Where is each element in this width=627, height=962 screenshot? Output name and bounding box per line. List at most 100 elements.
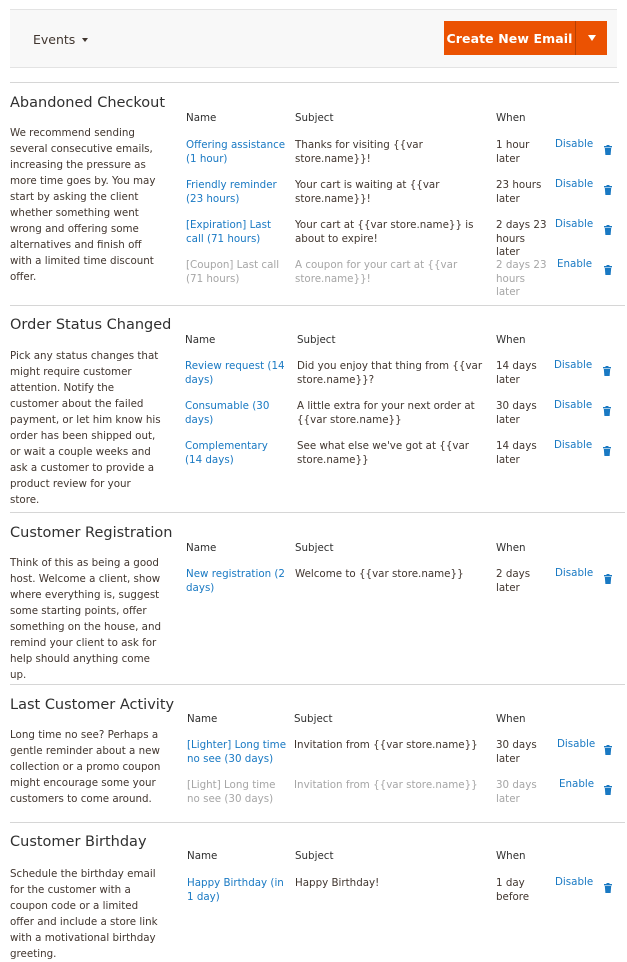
email-row: Happy Birthday (in 1 day) Happy Birthday!… [10,876,625,913]
email-timing: 30 days later [496,400,537,426]
disable-email-link[interactable]: Disable [555,178,593,192]
email-row: [Light] Long time no see (30 days) Invita… [10,778,625,815]
trash-icon[interactable] [603,361,611,376]
section-title: Customer Birthday [10,834,147,850]
disable-email-link[interactable]: Disable [555,218,593,232]
trash-icon[interactable] [604,220,612,235]
email-subject: Invitation from {{var store.name}} [294,739,478,751]
caret-down-icon [587,35,596,41]
event-section: Customer Registration Think of this as be… [10,525,625,685]
email-row: Complementary (14 days) See what else we'… [10,439,625,476]
toolbar: Events Create New Email [10,9,617,68]
email-timing: 23 hours later [496,179,542,205]
caret-down-icon [82,38,89,42]
event-section: Abandoned Checkout We recommend sending s… [10,95,625,306]
email-name-link[interactable]: Consumable (30 days) [185,400,285,427]
email-subject: See what else we've got at {{var store.n… [297,440,470,466]
events-dropdown-label: Events [33,32,76,47]
email-subject: Happy Birthday! [295,877,380,889]
column-header-name: Name [185,334,216,346]
email-timing: 30 days later [496,779,537,805]
email-name-link[interactable]: [Expiration] Last call (71 hours) [186,219,286,246]
event-section: Order Status Changed Pick any status chan… [10,317,625,513]
email-timing: 14 days later [496,360,537,386]
email-timing: 2 days later [496,568,531,594]
email-name-link[interactable]: Complementary (14 days) [185,440,285,467]
email-timing: 30 days later [496,739,537,765]
disable-email-link[interactable]: Disable [554,439,592,453]
trash-icon[interactable] [604,140,612,155]
email-row: New registration (2 days) Welcome to {{va… [10,567,625,604]
column-header-name: Name [187,850,218,862]
email-name-link[interactable]: [Light] Long time no see (30 days) [187,779,287,806]
disable-email-link[interactable]: Disable [555,876,593,890]
email-subject: Invitation from {{var store.name}} [294,779,478,791]
events-dropdown[interactable]: Events [33,32,89,47]
trash-icon[interactable] [604,569,612,584]
section-title: Order Status Changed [10,317,172,333]
event-section: Customer Birthday Schedule the birthday e… [10,834,625,960]
disable-email-link[interactable]: Disable [554,399,592,413]
email-timing: 14 days later [496,440,537,466]
column-header-when: When [496,112,526,124]
enable-email-link[interactable]: Enable [559,778,594,792]
email-name-link[interactable]: Review request (14 days) [185,360,285,387]
email-name-link[interactable]: Offering assistance (1 hour) [186,139,286,166]
create-new-email-button[interactable]: Create New Email [444,21,576,55]
enable-email-link[interactable]: Enable [557,258,592,272]
create-email-options-toggle[interactable] [576,21,607,55]
email-subject: Your cart is waiting at {{var store.name… [295,179,440,205]
disable-email-link[interactable]: Disable [555,138,593,152]
email-subject: Welcome to {{var store.name}} [295,568,464,580]
column-header-name: Name [187,713,218,725]
email-subject: Did you enjoy that thing from {{var stor… [297,360,483,386]
section-divider [10,684,625,685]
trash-icon[interactable] [604,740,612,755]
email-name-link[interactable]: [Lighter] Long time no see (30 days) [187,739,287,766]
email-row: Consumable (30 days) A little extra for y… [10,399,625,436]
column-header-subject: Subject [297,334,336,346]
column-header-name: Name [186,112,217,124]
email-subject: Thanks for visiting {{var store.name}}! [295,139,423,165]
section-divider [10,512,625,513]
disable-email-link[interactable]: Disable [555,567,593,581]
email-row: [Coupon] Last call (71 hours) A coupon fo… [10,258,625,298]
section-title: Last Customer Activity [10,697,175,713]
disable-email-link[interactable]: Disable [554,359,592,373]
email-timing: 2 days 23 hours later [496,219,547,258]
email-row: [Expiration] Last call (71 hours) Your ca… [10,218,625,258]
trash-icon[interactable] [604,780,612,795]
column-header-when: When [496,334,526,346]
section-title: Customer Registration [10,525,173,541]
section-divider [10,822,625,823]
column-header-when: When [496,713,526,725]
column-header-subject: Subject [294,713,333,725]
column-header-subject: Subject [295,542,334,554]
email-name-link[interactable]: New registration (2 days) [186,568,286,595]
event-section: Last Customer Activity Long time no see? … [10,697,625,823]
email-timing: 1 day before [496,877,530,903]
trash-icon[interactable] [603,401,611,416]
divider [10,82,619,83]
email-timing: 2 days 23 hours later [496,259,547,298]
trash-icon[interactable] [604,180,612,195]
email-row: Offering assistance (1 hour) Thanks for v… [10,138,625,175]
trash-icon[interactable] [603,441,611,456]
column-header-name: Name [186,542,217,554]
email-name-link[interactable]: Happy Birthday (in 1 day) [187,877,287,904]
trash-icon[interactable] [604,878,612,893]
section-divider [10,305,625,306]
email-row: Review request (14 days) Did you enjoy th… [10,359,625,396]
email-row: [Lighter] Long time no see (30 days) Invi… [10,738,625,775]
email-name-link[interactable]: [Coupon] Last call (71 hours) [186,259,286,286]
email-timing: 1 hour later [496,139,530,165]
email-subject: Your cart at {{var store.name}} is about… [295,219,474,245]
section-title: Abandoned Checkout [10,95,166,111]
email-row: Friendly reminder (23 hours) Your cart is… [10,178,625,215]
column-header-subject: Subject [295,850,334,862]
trash-icon[interactable] [604,260,612,275]
disable-email-link[interactable]: Disable [557,738,595,752]
email-name-link[interactable]: Friendly reminder (23 hours) [186,179,286,206]
column-header-when: When [496,850,526,862]
email-subject: A coupon for your cart at {{var store.na… [295,259,458,285]
